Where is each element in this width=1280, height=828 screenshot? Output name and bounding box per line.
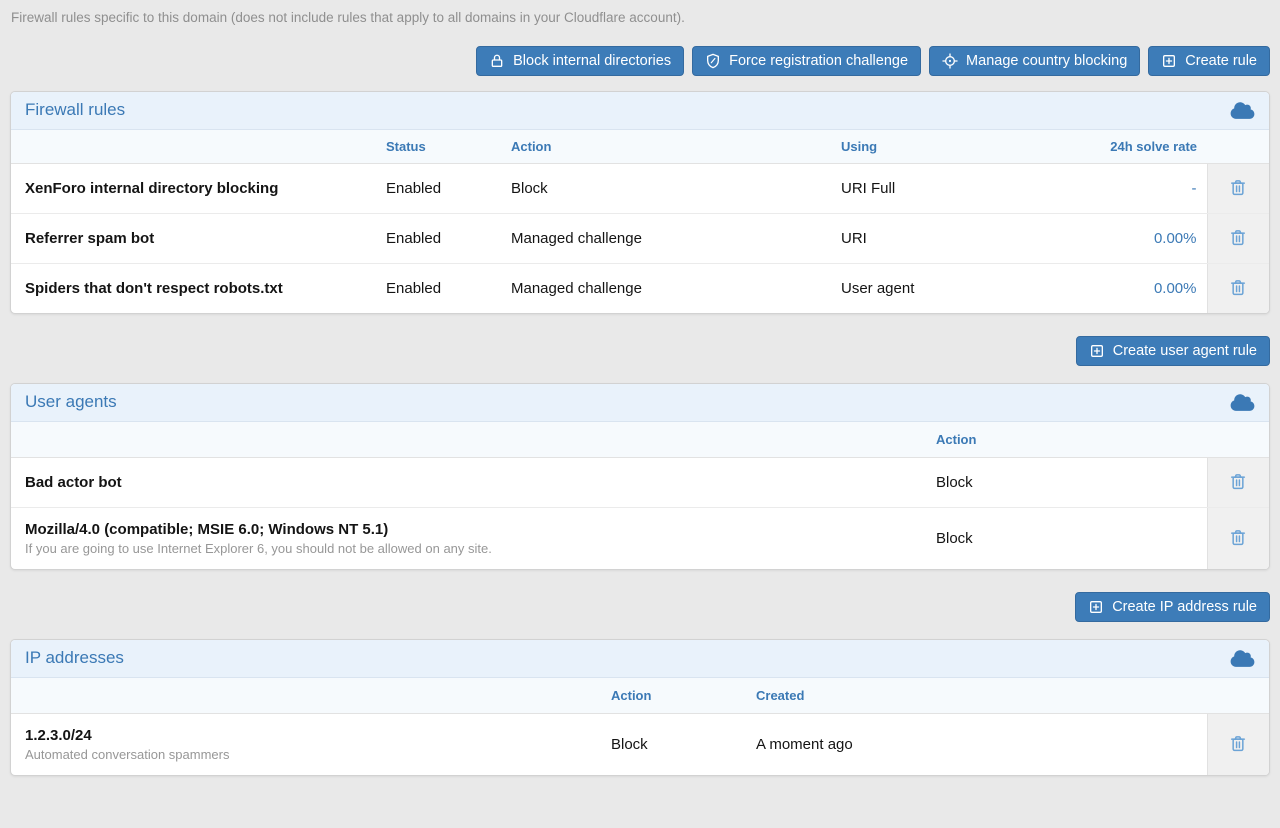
ip-address-created: A moment ago	[746, 714, 1207, 776]
column-header-name	[11, 130, 376, 164]
force-registration-challenge-button[interactable]: Force registration challenge	[692, 46, 921, 76]
delete-button[interactable]	[1226, 731, 1250, 756]
rule-solve-rate: -	[1091, 164, 1207, 214]
ip-addresses-panel: IP addresses Action Created 1.2	[10, 639, 1270, 776]
rule-using: URI	[831, 214, 1091, 264]
shield-icon	[705, 53, 721, 69]
column-header-action: Action	[501, 130, 831, 164]
ip-address-action: Block	[601, 714, 746, 776]
ip-address-action-row: Create IP address rule	[10, 592, 1270, 622]
firewall-rules-panel-title: Firewall rules	[25, 100, 125, 120]
table-row: Spiders that don't respect robots.txt En…	[11, 264, 1269, 314]
user-agent-name: Bad actor bot	[25, 474, 916, 491]
cloudflare-cloud-icon	[1230, 393, 1255, 412]
manage-country-blocking-button[interactable]: Manage country blocking	[929, 46, 1140, 76]
table-row: 1.2.3.0/24 Automated conversation spamme…	[11, 714, 1269, 776]
create-ip-address-rule-button[interactable]: Create IP address rule	[1075, 592, 1270, 622]
column-header-using: Using	[831, 130, 1091, 164]
force-registration-challenge-label: Force registration challenge	[729, 53, 908, 69]
rule-using: User agent	[831, 264, 1091, 314]
ip-addresses-panel-title: IP addresses	[25, 648, 124, 668]
trash-icon	[1228, 286, 1248, 301]
rule-name: XenForo internal directory blocking	[25, 180, 278, 197]
firewall-rules-table: Status Action Using 24h solve rate XenFo…	[11, 130, 1269, 313]
rule-using: URI Full	[831, 164, 1091, 214]
ip-addresses-header-row: Action Created	[11, 678, 1269, 714]
delete-button[interactable]	[1226, 469, 1250, 494]
crosshair-icon	[942, 53, 958, 69]
block-internal-directories-button[interactable]: Block internal directories	[476, 46, 684, 76]
create-ip-address-rule-label: Create IP address rule	[1112, 599, 1257, 615]
column-header-name	[11, 422, 926, 458]
page: Firewall rules specific to this domain (…	[0, 0, 1280, 776]
trash-icon	[1228, 186, 1248, 201]
column-header-delete	[1207, 130, 1269, 164]
firewall-rules-panel: Firewall rules Status Action Using 24h s…	[10, 91, 1270, 314]
firewall-rules-panel-header: Firewall rules	[11, 92, 1269, 130]
rule-action: Block	[501, 164, 831, 214]
delete-button[interactable]	[1226, 525, 1250, 550]
create-user-agent-rule-button[interactable]: Create user agent rule	[1076, 336, 1270, 366]
trash-icon	[1228, 480, 1248, 495]
column-header-action: Action	[601, 678, 746, 714]
block-internal-directories-label: Block internal directories	[513, 53, 671, 69]
user-agents-panel-header: User agents	[11, 384, 1269, 422]
toolbar: Block internal directories Force registr…	[10, 46, 1270, 76]
user-agents-header-row: Action	[11, 422, 1269, 458]
rule-status: Enabled	[376, 264, 501, 314]
column-header-action: Action	[926, 422, 1207, 458]
ip-address-name: 1.2.3.0/24	[25, 727, 591, 744]
trash-icon	[1228, 742, 1248, 757]
trash-icon	[1228, 236, 1248, 251]
rule-solve-rate: 0.00%	[1091, 214, 1207, 264]
table-row: Referrer spam bot Enabled Managed challe…	[11, 214, 1269, 264]
delete-button[interactable]	[1226, 275, 1250, 300]
table-row: Bad actor bot Block	[11, 458, 1269, 508]
column-header-solve-rate: 24h solve rate	[1091, 130, 1207, 164]
column-header-delete	[1207, 422, 1269, 458]
rule-solve-rate: 0.00%	[1091, 264, 1207, 314]
ip-address-description: Automated conversation spammers	[25, 747, 591, 762]
ip-addresses-table: Action Created 1.2.3.0/24 Automated conv…	[11, 678, 1269, 775]
user-agents-panel-title: User agents	[25, 392, 117, 412]
plus-square-icon	[1088, 599, 1104, 615]
rule-name: Referrer spam bot	[25, 230, 154, 247]
page-description: Firewall rules specific to this domain (…	[11, 10, 1270, 25]
create-user-agent-rule-label: Create user agent rule	[1113, 343, 1257, 359]
plus-square-icon	[1161, 53, 1177, 69]
user-agent-action: Block	[926, 508, 1207, 570]
delete-button[interactable]	[1226, 225, 1250, 250]
rule-status: Enabled	[376, 214, 501, 264]
firewall-rules-header-row: Status Action Using 24h solve rate	[11, 130, 1269, 164]
user-agent-name: Mozilla/4.0 (compatible; MSIE 6.0; Windo…	[25, 521, 916, 538]
rule-action: Managed challenge	[501, 264, 831, 314]
user-agent-action-row: Create user agent rule	[10, 336, 1270, 366]
create-rule-label: Create rule	[1185, 53, 1257, 69]
rule-name: Spiders that don't respect robots.txt	[25, 280, 283, 297]
plus-square-icon	[1089, 343, 1105, 359]
user-agent-description: If you are going to use Internet Explore…	[25, 541, 916, 556]
user-agents-table: Action Bad actor bot Block	[11, 422, 1269, 569]
ip-addresses-panel-header: IP addresses	[11, 640, 1269, 678]
delete-button[interactable]	[1226, 175, 1250, 200]
column-header-delete	[1207, 678, 1269, 714]
lock-icon	[489, 53, 505, 69]
user-agent-action: Block	[926, 458, 1207, 508]
column-header-created: Created	[746, 678, 1207, 714]
create-rule-button[interactable]: Create rule	[1148, 46, 1270, 76]
cloudflare-cloud-icon	[1230, 101, 1255, 120]
user-agents-panel: User agents Action Bad actor bot	[10, 383, 1270, 570]
trash-icon	[1228, 536, 1248, 551]
rule-action: Managed challenge	[501, 214, 831, 264]
rule-status: Enabled	[376, 164, 501, 214]
manage-country-blocking-label: Manage country blocking	[966, 53, 1127, 69]
table-row: XenForo internal directory blocking Enab…	[11, 164, 1269, 214]
column-header-name	[11, 678, 601, 714]
column-header-status: Status	[376, 130, 501, 164]
table-row: Mozilla/4.0 (compatible; MSIE 6.0; Windo…	[11, 508, 1269, 570]
cloudflare-cloud-icon	[1230, 649, 1255, 668]
